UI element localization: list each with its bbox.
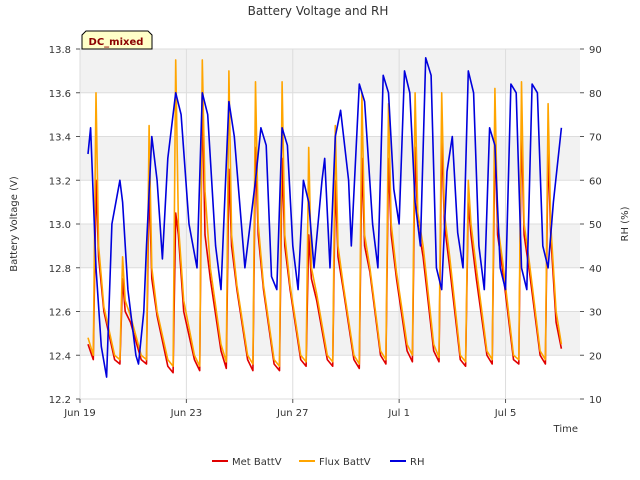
y-tick-label: 13.6 (49, 89, 71, 100)
y-tick-label: 12.2 (49, 395, 71, 406)
y2-tick-label: 40 (589, 264, 602, 275)
y-tick-label: 12.6 (49, 308, 71, 319)
plot-band (80, 311, 580, 356)
plot-bands (80, 49, 580, 356)
y-tick-label: 12.4 (49, 351, 71, 362)
y2-axis-label: RH (%) (620, 206, 631, 241)
chart-title: Battery Voltage and RH (248, 4, 389, 18)
badge: DC_mixed (81, 30, 153, 50)
y-tick-label: 13.4 (49, 133, 71, 144)
chart-canvas: 12.2 12.4 12.6 12.8 13.0 13.2 13.4 13.6 13.8 10 20… (9, 4, 631, 468)
y2-tick-label: 70 (589, 133, 602, 144)
y2-tick-label: 80 (589, 89, 602, 100)
y2-tick-label: 50 (589, 220, 602, 231)
y-tick-label: 13.2 (49, 176, 71, 187)
legend-label: RH (410, 457, 424, 468)
y-tick-label: 12.8 (49, 264, 71, 275)
x-tick-label: Jul 5 (494, 408, 517, 419)
legend-item: RH (390, 457, 424, 468)
y2-tick-label: 30 (589, 308, 602, 319)
x-tick-label: Jun 19 (63, 408, 96, 419)
x-tick-label: Jun 27 (276, 408, 309, 419)
legend-item: Met BattV (212, 457, 282, 468)
y-tick-label: 13.0 (49, 220, 71, 231)
y2-tick-label: 10 (589, 395, 602, 406)
x-tick-label: Jul 1 (387, 408, 410, 419)
x-axis-label: Time (553, 424, 578, 435)
y-tick-label: 13.8 (49, 45, 71, 56)
plot-band (80, 49, 580, 93)
y2-tick-label: 20 (589, 351, 602, 362)
badge-label: DC_mixed (89, 37, 144, 48)
x-tick-label: Jun 23 (170, 408, 203, 419)
y2-tick-label: 60 (589, 176, 602, 187)
legend-item: Flux BattV (299, 457, 371, 468)
legend-label: Met BattV (232, 457, 282, 468)
y-axis-label: Battery Voltage (V) (9, 176, 20, 272)
legend: Met BattV Flux BattV RH (212, 457, 424, 468)
y2-tick-label: 90 (589, 45, 602, 56)
legend-label: Flux BattV (319, 457, 371, 468)
